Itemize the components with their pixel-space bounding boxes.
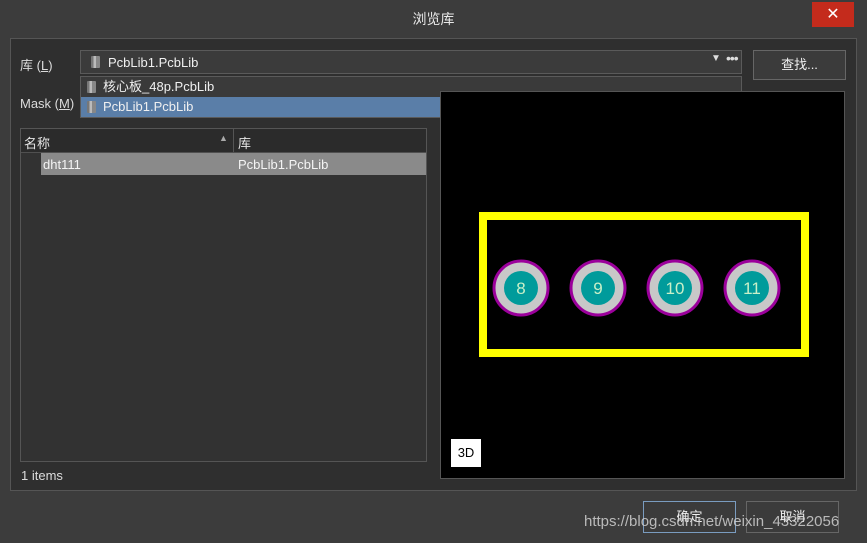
mask-label: Mask (M)	[20, 96, 75, 111]
library-icon	[87, 101, 96, 113]
watermark: https://blog.csdn.net/weixin_43322056	[584, 513, 840, 530]
dialog-title: 浏览库	[412, 11, 455, 27]
library-icon	[91, 56, 100, 68]
close-button[interactable]: ✕	[812, 2, 854, 27]
footprint-canvas: 8 9 10 11	[479, 212, 809, 357]
find-button[interactable]: 查找...	[753, 50, 846, 80]
list-header: 名称 ▲ 库	[21, 129, 426, 153]
column-header-library[interactable]: 库	[238, 133, 251, 152]
column-divider[interactable]	[233, 129, 234, 152]
pad-number: 11	[743, 279, 761, 298]
more-options-icon[interactable]: •••	[726, 50, 739, 66]
footprint-preview[interactable]: 8 9 10 11 3D	[440, 91, 845, 479]
table-row[interactable]: dht111 PcbLib1.PcbLib	[41, 153, 426, 175]
pad-number: 9	[593, 279, 602, 298]
pad-8: 8	[492, 259, 550, 317]
3d-view-button[interactable]: 3D	[451, 439, 481, 467]
sort-ascending-icon: ▲	[219, 133, 228, 143]
library-icon	[87, 81, 96, 93]
pad-11: 11	[723, 259, 781, 317]
pad-9: 9	[569, 259, 627, 317]
library-label: 库 (L)	[20, 58, 53, 73]
item-count: 1 items	[21, 468, 63, 483]
row-library: PcbLib1.PcbLib	[238, 157, 329, 172]
pad-number: 8	[516, 279, 525, 298]
row-name: dht111	[43, 157, 81, 172]
library-select[interactable]: PcbLib1.PcbLib ▼ •••	[80, 50, 742, 74]
library-selected-value: PcbLib1.PcbLib	[108, 55, 199, 70]
component-list: 名称 ▲ 库 dht111 PcbLib1.PcbLib	[20, 128, 427, 462]
column-header-name[interactable]: 名称	[24, 133, 50, 152]
pad-10: 10	[646, 259, 704, 317]
pad-number: 10	[666, 279, 685, 298]
chevron-down-icon[interactable]: ▼	[711, 53, 721, 64]
